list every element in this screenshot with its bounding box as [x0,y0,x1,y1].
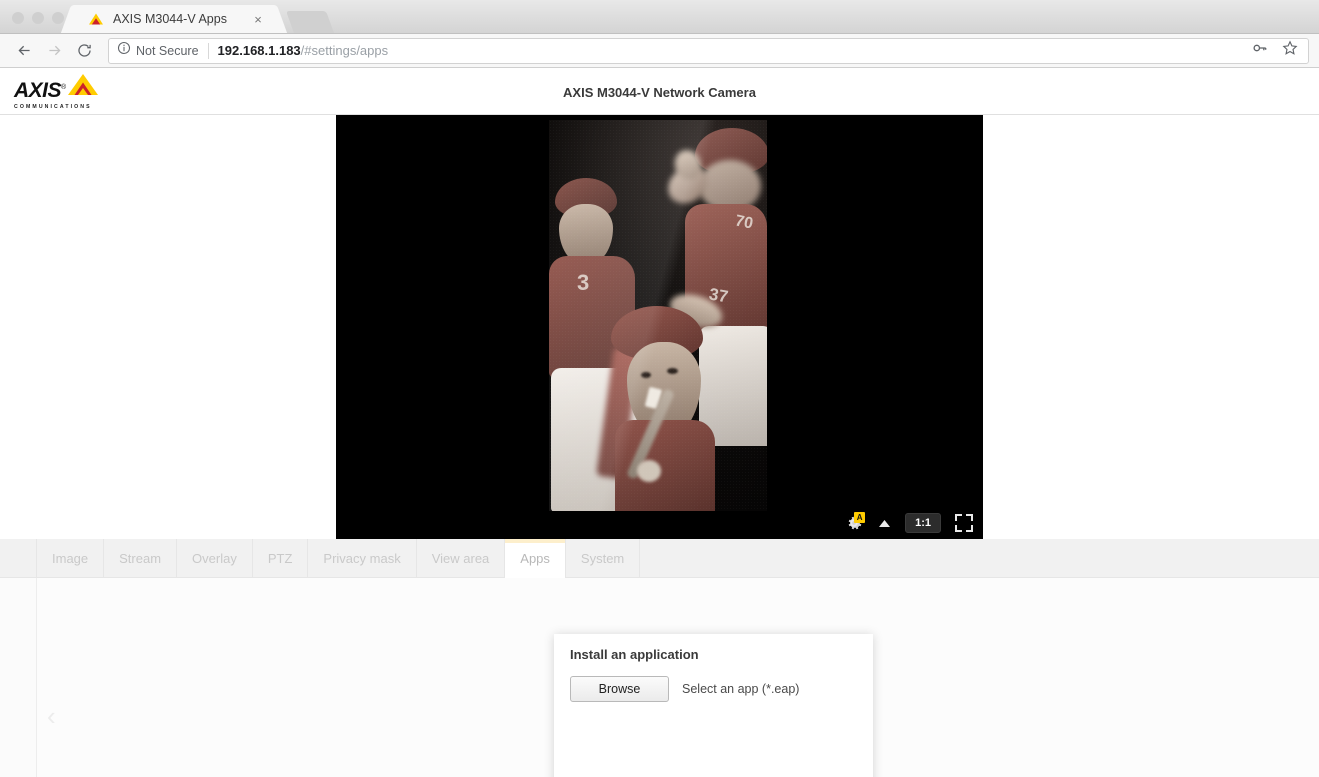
gear-icon[interactable]: A [844,512,866,533]
back-button[interactable] [10,37,38,65]
tab-label: PTZ [267,551,293,566]
close-window-button[interactable] [12,12,24,24]
video-control-bar: A 1:1 [844,512,973,533]
axis-triangle-icon [88,11,104,27]
browser-tab-strip: AXIS M3044-V Apps × [0,0,1319,34]
camera-scene: 70 37 3 [549,120,767,511]
axis-logo-tagline: COMMUNICATIONS [14,104,92,110]
security-label: Not Secure [136,43,199,58]
star-icon[interactable] [1282,40,1298,61]
reload-button[interactable] [70,37,98,65]
live-view-area: 70 37 3 [0,115,1319,539]
tab-apps[interactable]: Apps [505,539,566,578]
browser-window: AXIS M3044-V Apps × Not Secure 192.168.1… [0,0,1319,777]
address-bar[interactable]: Not Secure 192.168.1.183/#settings/apps [108,37,1309,64]
axis-web-page: AXIS® COMMUNICATIONS AXIS M3044-V Networ… [0,70,1319,777]
tab-label: View area [431,551,490,566]
axis-page-header: AXIS® COMMUNICATIONS AXIS M3044-V Networ… [0,70,1319,115]
omnibox-divider [207,42,209,59]
forward-button[interactable] [40,37,68,65]
settings-tab-bar: Image Stream Overlay PTZ Privacy mask Vi… [0,539,1319,578]
tab-label: Stream [119,551,162,566]
maximize-window-button[interactable] [52,12,64,24]
browse-button[interactable]: Browse [570,676,669,702]
key-icon[interactable] [1252,40,1268,61]
aspect-ratio-button[interactable]: 1:1 [905,513,941,533]
tab-label: Privacy mask [323,551,401,566]
chevron-up-icon[interactable] [878,519,891,528]
file-hint-text: Select an app (*.eap) [682,682,800,696]
minimize-window-button[interactable] [32,12,44,24]
new-tab-button[interactable] [285,11,335,33]
tab-image[interactable]: Image [36,539,105,578]
url-path: /#settings/apps [300,43,389,58]
install-application-dialog: Install an application Browse Select an … [554,634,873,777]
dialog-title: Install an application [570,647,699,662]
tab-label: Apps [520,551,550,566]
omnibox-icons [1252,40,1302,61]
browser-tab-active[interactable]: AXIS M3044-V Apps × [74,5,274,33]
url-text: 192.168.1.183/#settings/apps [218,43,1252,58]
video-player[interactable]: 70 37 3 [336,115,983,539]
app-badge: A [854,512,866,523]
close-icon[interactable]: × [250,11,266,27]
video-stream-image: 70 37 3 [549,120,767,511]
tab-privacy-mask[interactable]: Privacy mask [308,539,417,578]
browser-tab-title: AXIS M3044-V Apps [113,12,227,26]
tab-system[interactable]: System [566,539,641,578]
tab-label: System [580,551,625,566]
tab-ptz[interactable]: PTZ [253,539,309,578]
tab-label: Image [52,551,89,566]
dialog-file-row: Browse Select an app (*.eap) [554,662,873,702]
url-host: 192.168.1.183 [217,43,301,58]
tab-stream[interactable]: Stream [104,539,178,578]
browser-toolbar: Not Secure 192.168.1.183/#settings/apps [0,34,1319,68]
page-title: AXIS M3044-V Network Camera [563,84,756,100]
tab-label: Overlay [192,551,237,566]
security-indicator[interactable]: Not Secure [117,41,199,60]
fullscreen-icon[interactable] [955,514,973,532]
info-circle-icon [117,41,131,60]
tab-view-area[interactable]: View area [417,539,506,578]
chevron-left-icon[interactable]: ‹ [47,703,56,729]
tab-overlay[interactable]: Overlay [177,539,253,578]
